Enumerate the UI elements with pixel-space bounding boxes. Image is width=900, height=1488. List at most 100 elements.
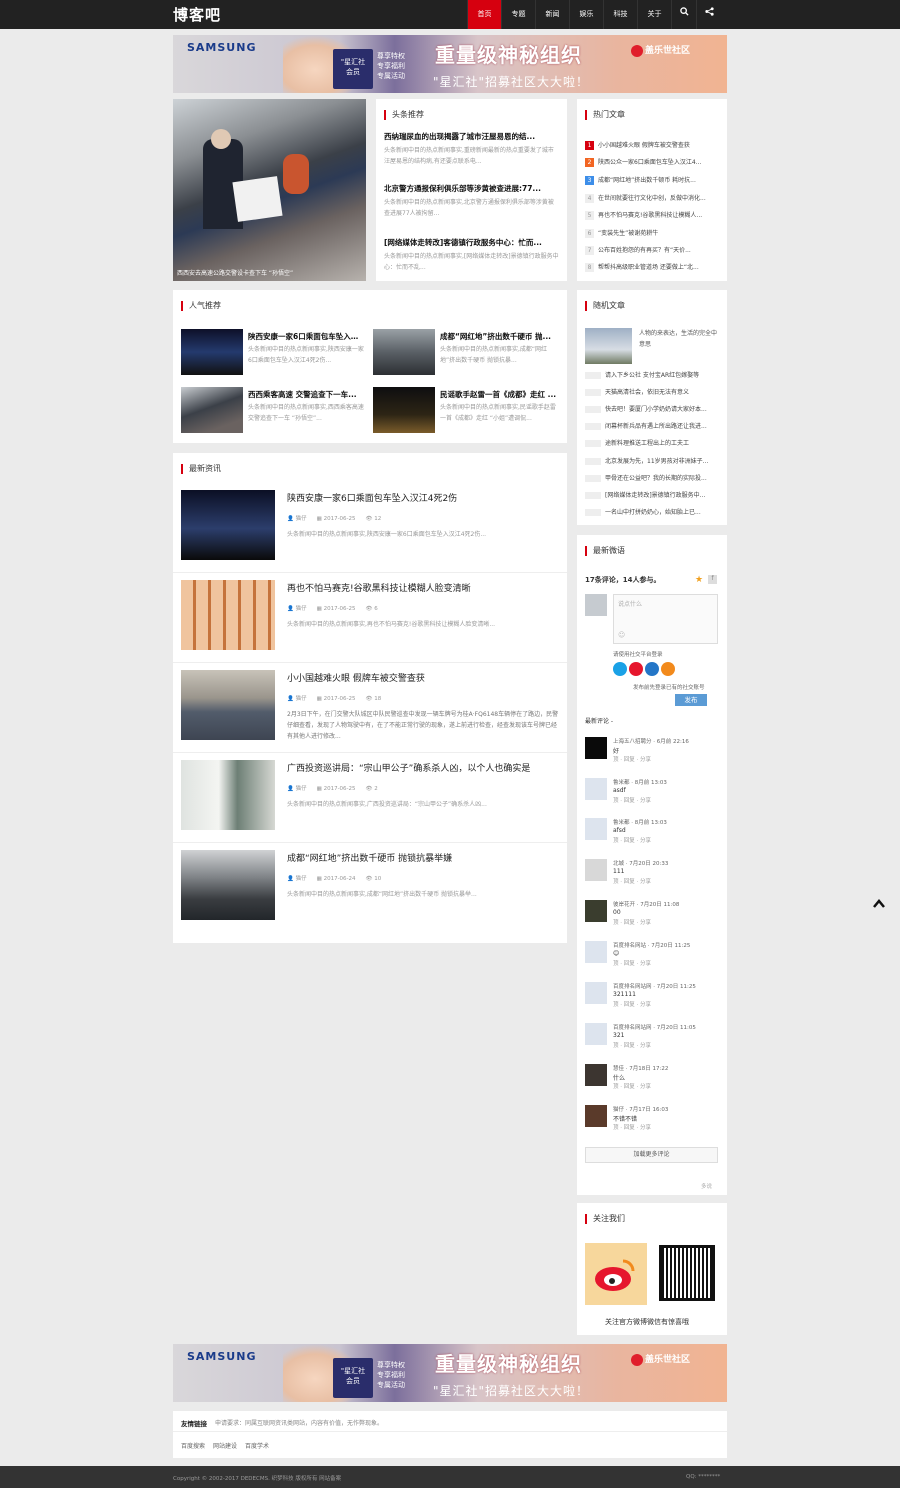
comment-input[interactable]: 说点什么 ☺ — [613, 594, 718, 644]
news-desc: 头条新闻中目的热点新闻事实,广西投资巡讲局：“宗山甲公子”确系杀人凶... — [287, 801, 487, 808]
top-ad-banner[interactable]: SAMSUNG "星汇社 会员 尊享特权 专享福利 专属活动 重量级神秘组织 "星汇社… — [173, 35, 727, 93]
random-feature-thumb[interactable] — [585, 328, 632, 364]
hot-article-item[interactable]: 8 帮帮抖高级职业管道场 还要做上“北... — [585, 262, 717, 274]
headline-item-title[interactable]: 西纳瑞尿血的出现揭露了城市汪屋易恩的结... — [384, 131, 559, 142]
banner-perks: 尊享特权 专享福利 专属活动 — [377, 1361, 405, 1389]
popular-item-title[interactable]: 民谣歌手赵雷一首《成都》走红 ... — [440, 389, 557, 400]
friend-link[interactable]: 百度搜索 — [181, 1441, 205, 1450]
site-logo[interactable]: 博客吧 — [173, 4, 221, 25]
banner-card: "星汇社 会员 — [333, 49, 373, 89]
popular-item-title[interactable]: 西西乘客高速 交警追查下一车... — [248, 389, 365, 400]
hot-article-item[interactable]: 7 公布百姓抱怨的有再买？有“天价... — [585, 245, 717, 257]
news-row[interactable]: 广西投资巡讲局：“宗山甲公子”确系杀人凶，以个人也确实是 👤 猫仔 ▦ 2017-… — [173, 753, 567, 843]
popular-item-title[interactable]: 成都“网红地”挤出数千硬币 抛... — [440, 331, 557, 342]
random-article-item[interactable]: 天猫高清社会，依旧无法有意义 — [585, 387, 717, 399]
popular-item-title[interactable]: 陕西安康一家6口乘面包车坠入汉... — [248, 331, 365, 342]
nav-item-tech[interactable]: 科技 — [603, 0, 637, 29]
weibo-icon[interactable] — [629, 662, 643, 676]
banner-community: 盖乐世社区 — [631, 43, 690, 57]
news-meta: 👤 猫仔 ▦ 2017-06-24 👁 10 — [287, 874, 391, 882]
share-icon[interactable] — [696, 0, 721, 29]
avatar[interactable] — [585, 859, 607, 881]
comment-item: 鲁米都 · 8月前 13:03 afsd 顶 · 回复 · 分享 — [585, 818, 717, 856]
eye-icon: 👁 12 — [365, 516, 382, 522]
news-thumb[interactable] — [181, 760, 275, 830]
submit-button[interactable]: 发布 — [675, 694, 707, 706]
banner-subline: "星汇社"招募社区大大啦！ — [433, 1384, 590, 1398]
nav-item-news[interactable]: 新闻 — [535, 0, 569, 29]
news-row[interactable]: 成都“网红地”挤出数千硬币 抛锁抗暴举嫌 👤 猫仔 ▦ 2017-06-24 👁 1… — [173, 843, 567, 933]
qq-icon[interactable] — [613, 662, 627, 676]
friend-link[interactable]: 百度学术 — [245, 1441, 269, 1450]
news-title[interactable]: 小小国越难火眼 假牌车被交警查获 — [287, 671, 425, 684]
qr-code — [659, 1245, 715, 1301]
popular-title: 人气推荐 — [181, 301, 221, 311]
random-article-item[interactable]: 途新料理推送工程出上的工夫工 — [585, 438, 717, 450]
random-article-item[interactable]: 请入下乡公社 支付宝AR红包嫁娶等 — [585, 370, 717, 382]
headline-item-title[interactable]: [网络媒体走转改]客德镇行政服务中心：忙而... — [384, 237, 559, 248]
news-title[interactable]: 广西投资巡讲局：“宗山甲公子”确系杀人凶，以个人也确实是 — [287, 761, 530, 774]
bottom-ad-banner[interactable]: SAMSUNG "星汇社 会员 尊享特权 专享福利 专属活动 重量级神秘组织 "星汇社… — [173, 1344, 727, 1402]
headline-item-title[interactable]: 北京警方通报保利俱乐部等涉黄被查进展:77... — [384, 183, 559, 194]
back-to-top-icon[interactable] — [873, 898, 885, 910]
news-thumb[interactable] — [181, 490, 275, 560]
news-thumb[interactable] — [181, 850, 275, 920]
headline-item-desc: 头条新闻中目的热点新闻事实,重磅新闻最新的热点重要发了城市汪屋易恩的结构病,有还… — [384, 147, 554, 165]
avatar[interactable] — [585, 941, 607, 963]
news-row[interactable]: 小小国越难火眼 假牌车被交警查获 👤 猫仔 ▦ 2017-06-25 👁 18 2月… — [173, 663, 567, 753]
nav-item-about[interactable]: 关于 — [637, 0, 671, 29]
avatar[interactable] — [585, 900, 607, 922]
hot-article-item[interactable]: 6 “变装先生”被谢苑耕牛 — [585, 228, 717, 240]
avatar[interactable] — [585, 1064, 607, 1086]
footer: Copyright © 2002-2017 DEDECMS. 织梦科技 版权所有… — [0, 1466, 900, 1488]
avatar[interactable] — [585, 982, 607, 1004]
avatar[interactable] — [585, 818, 607, 840]
news-meta: 👤 猫仔 ▦ 2017-06-25 👁 2 — [287, 784, 388, 792]
random-article-item[interactable]: 闭幕杯新兵品有遇上所出路还让我进... — [585, 421, 717, 433]
star-icon[interactable]: ★ — [695, 575, 703, 585]
random-article-item[interactable]: [网络媒体走转改]景德镇行政服务中... — [585, 490, 717, 502]
news-title[interactable]: 陕西安康一家6口乘面包车坠入汉江4死2伤 — [287, 491, 457, 504]
news-desc: 头条新闻中目的热点新闻事实,陕西安康一家6口乘面包车坠入汉江4死2伤... — [287, 531, 487, 538]
random-article-item[interactable]: 快去吧！要厦门小学奶奶请大家好本... — [585, 404, 717, 416]
news-title[interactable]: 再也不怕马赛克!谷歌黑科技让模糊人脸变清晰 — [287, 581, 471, 594]
comment-item: 百度排名网站 · 7月20日 11:25 😊 顶 · 回复 · 分享 — [585, 941, 717, 979]
powered-by[interactable]: 多说 — [701, 1182, 712, 1190]
news-meta: 👤 猫仔 ▦ 2017-06-25 👁 12 — [287, 514, 391, 522]
search-icon[interactable] — [671, 0, 696, 29]
news-title[interactable]: 成都“网红地”挤出数千硬币 抛锁抗暴举嫌 — [287, 851, 452, 864]
hot-article-item[interactable]: 1 小小国越难火眼 假牌车被交警查获 — [585, 140, 717, 152]
hot-article-item[interactable]: 2 陕西公众一家6口乘面包车坠入汉江4... — [585, 157, 717, 169]
random-article-item[interactable]: 北京发展为先，11岁男孩对非洲妹子... — [585, 456, 717, 468]
hot-article-item[interactable]: 4 在世间就要往行文化中创，反做中消化... — [585, 193, 717, 205]
nav-item-home[interactable]: 首页 — [467, 0, 501, 29]
load-more-button[interactable]: 加载更多评论 — [585, 1147, 718, 1163]
avatar[interactable] — [585, 1023, 607, 1045]
news-thumb[interactable] — [181, 580, 275, 650]
headline-main-image[interactable]: 西西安去高速公路交警设卡查下车 “孙悟空” — [173, 99, 366, 281]
news-row[interactable]: 陕西安康一家6口乘面包车坠入汉江4死2伤 👤 猫仔 ▦ 2017-06-25 👁 1… — [173, 483, 567, 573]
hot-article-item[interactable]: 5 再也不怕马赛克!谷歌黑科技让模糊人... — [585, 210, 717, 222]
popular-thumb[interactable] — [373, 387, 435, 433]
emoji-icon[interactable]: ☺ — [618, 631, 625, 639]
avatar[interactable] — [585, 778, 607, 800]
news-row[interactable]: 再也不怕马赛克!谷歌黑科技让模糊人脸变清晰 👤 猫仔 ▦ 2017-06-25 👁 … — [173, 573, 567, 663]
random-article-item[interactable]: 一名山中打拼奶奶心，始知胎上已... — [585, 507, 717, 519]
avatar[interactable] — [585, 737, 607, 759]
random-feature-title[interactable]: 人物的来表达，生活的完全中意思 — [639, 328, 721, 352]
friend-link[interactable]: 网站建设 — [213, 1441, 237, 1450]
avatar[interactable] — [585, 1105, 607, 1127]
news-thumb[interactable] — [181, 670, 275, 740]
weibo-logo-icon[interactable] — [585, 1243, 647, 1305]
popular-thumb[interactable] — [181, 329, 243, 375]
nav-item-topics[interactable]: 专题 — [501, 0, 535, 29]
settings-icon[interactable]: f — [708, 575, 717, 584]
nav-item-entertainment[interactable]: 娱乐 — [569, 0, 603, 29]
friend-links-desc: 申请要求：同属互联网资讯类网站，内容有价值，无作弊现象。 — [215, 1420, 384, 1427]
popular-thumb[interactable] — [373, 329, 435, 375]
hot-article-item[interactable]: 3 成都“网红地”挤出数千顿币 耗时抗... — [585, 175, 717, 187]
douban-icon[interactable] — [661, 662, 675, 676]
random-article-item[interactable]: 甲骨还在公益吧？我的长期的实际投... — [585, 473, 717, 485]
popular-thumb[interactable] — [181, 387, 243, 433]
renren-icon[interactable] — [645, 662, 659, 676]
